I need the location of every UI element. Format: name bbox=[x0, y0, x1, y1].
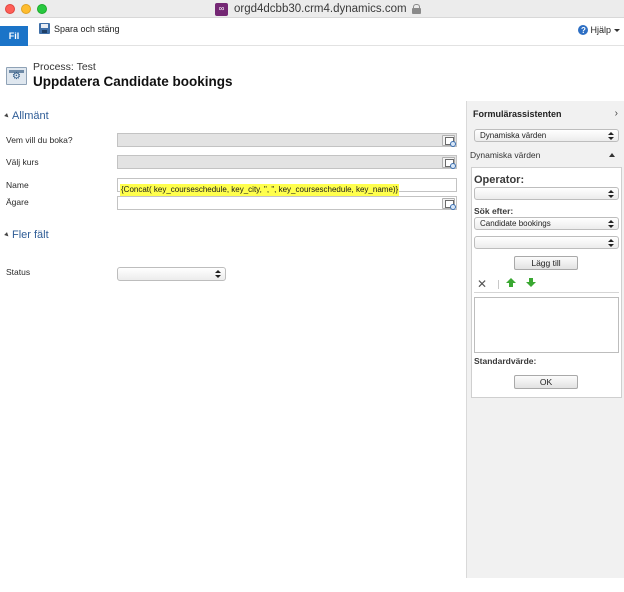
chevron-right-icon[interactable]: › bbox=[615, 108, 618, 119]
save-and-close-button[interactable]: Spara och stäng bbox=[39, 23, 120, 34]
selected-values-listbox[interactable] bbox=[474, 297, 619, 353]
move-down-arrow-icon[interactable] bbox=[526, 278, 536, 288]
select-arrows-icon bbox=[608, 239, 614, 248]
save-and-close-label: Spara och stäng bbox=[54, 23, 120, 34]
course-lookup-field[interactable] bbox=[117, 155, 457, 169]
select-arrows-icon bbox=[608, 220, 614, 229]
page-title: Uppdatera Candidate bookings bbox=[33, 74, 233, 89]
who-lookup-field[interactable] bbox=[117, 133, 457, 147]
move-up-arrow-icon[interactable] bbox=[506, 278, 516, 288]
add-button[interactable]: Lägg till bbox=[514, 256, 578, 270]
owner-lookup-field[interactable] bbox=[117, 196, 457, 210]
file-tab-button[interactable]: Fil bbox=[0, 26, 28, 46]
floppy-disk-icon bbox=[39, 23, 50, 34]
lookup-icon[interactable] bbox=[442, 198, 456, 210]
select-arrows-icon bbox=[215, 270, 221, 279]
help-label: Hjälp bbox=[590, 25, 611, 35]
browser-titlebar: ∞ orgd4dcbb30.crm4.dynamics.com bbox=[0, 0, 624, 18]
delete-x-icon[interactable]: ✕ bbox=[477, 278, 487, 290]
zoom-window-button[interactable] bbox=[37, 4, 47, 14]
process-icon bbox=[6, 67, 27, 85]
select-arrows-icon bbox=[608, 190, 614, 199]
url-text: orgd4dcbb30.crm4.dynamics.com bbox=[234, 3, 407, 15]
address-bar[interactable]: ∞ orgd4dcbb30.crm4.dynamics.com bbox=[215, 2, 421, 16]
divider bbox=[474, 292, 619, 293]
dynamic-values-select-value: Dynamiska värden bbox=[480, 131, 547, 140]
search-for-select-value: Candidate bookings bbox=[480, 219, 551, 228]
lookup-icon[interactable] bbox=[442, 135, 456, 147]
help-menu-button[interactable]: ? Hjälp bbox=[578, 25, 620, 35]
form-header: Process: Test Uppdatera Candidate bookin… bbox=[0, 47, 465, 97]
select-arrows-icon bbox=[608, 132, 614, 141]
section-more-fields-title: Fler fält bbox=[12, 229, 49, 241]
form-assistant-panel: Formulärassistenten › Dynamiska värden D… bbox=[466, 101, 624, 578]
owner-field-label: Ägare bbox=[6, 197, 29, 207]
command-ribbon: Fil Spara och stäng ? Hjälp bbox=[0, 19, 624, 46]
dynamic-values-section-label: Dynamiska värden bbox=[470, 150, 541, 160]
close-window-button[interactable] bbox=[5, 4, 15, 14]
lookup-icon[interactable] bbox=[442, 157, 456, 169]
name-dynamic-value: {Concat( key_courseschedule, key_city, "… bbox=[120, 184, 400, 196]
operator-select[interactable] bbox=[474, 187, 619, 200]
status-field-label: Status bbox=[6, 267, 31, 277]
who-field-label: Vem vill du boka? bbox=[6, 135, 73, 145]
ok-button[interactable]: OK bbox=[514, 375, 578, 389]
section-general-toggle[interactable]: Allmänt bbox=[4, 110, 49, 122]
status-select[interactable] bbox=[117, 267, 226, 281]
form-assistant-title: Formulärassistenten bbox=[473, 109, 562, 119]
minimize-window-button[interactable] bbox=[21, 4, 31, 14]
operator-label: Operator: bbox=[474, 174, 525, 186]
dynamics-favicon-icon: ∞ bbox=[215, 2, 228, 16]
chevron-down-icon bbox=[614, 28, 620, 32]
dynamic-values-panel: Operator: Sök efter: Candidate bookings … bbox=[471, 167, 622, 398]
name-field-label: Name bbox=[6, 180, 29, 190]
collapse-triangle-icon bbox=[4, 113, 10, 119]
search-for-label: Sök efter: bbox=[474, 206, 514, 216]
help-icon: ? bbox=[578, 25, 589, 35]
collapse-triangle-icon bbox=[4, 232, 10, 238]
dynamic-values-select[interactable]: Dynamiska värden bbox=[474, 129, 619, 142]
section-more-fields-toggle[interactable]: Fler fält bbox=[4, 229, 49, 241]
field-select[interactable] bbox=[474, 236, 619, 249]
section-general-title: Allmänt bbox=[12, 110, 49, 122]
course-field-label: Välj kurs bbox=[6, 157, 39, 167]
name-field[interactable]: {Concat( key_courseschedule, key_city, "… bbox=[117, 178, 457, 196]
process-label: Process: Test bbox=[33, 61, 96, 73]
toolbar-separator bbox=[498, 280, 499, 289]
search-for-select[interactable]: Candidate bookings bbox=[474, 217, 619, 230]
collapse-up-icon[interactable] bbox=[609, 153, 615, 157]
default-value-label: Standardvärde: bbox=[474, 356, 537, 366]
lock-icon bbox=[411, 4, 421, 14]
